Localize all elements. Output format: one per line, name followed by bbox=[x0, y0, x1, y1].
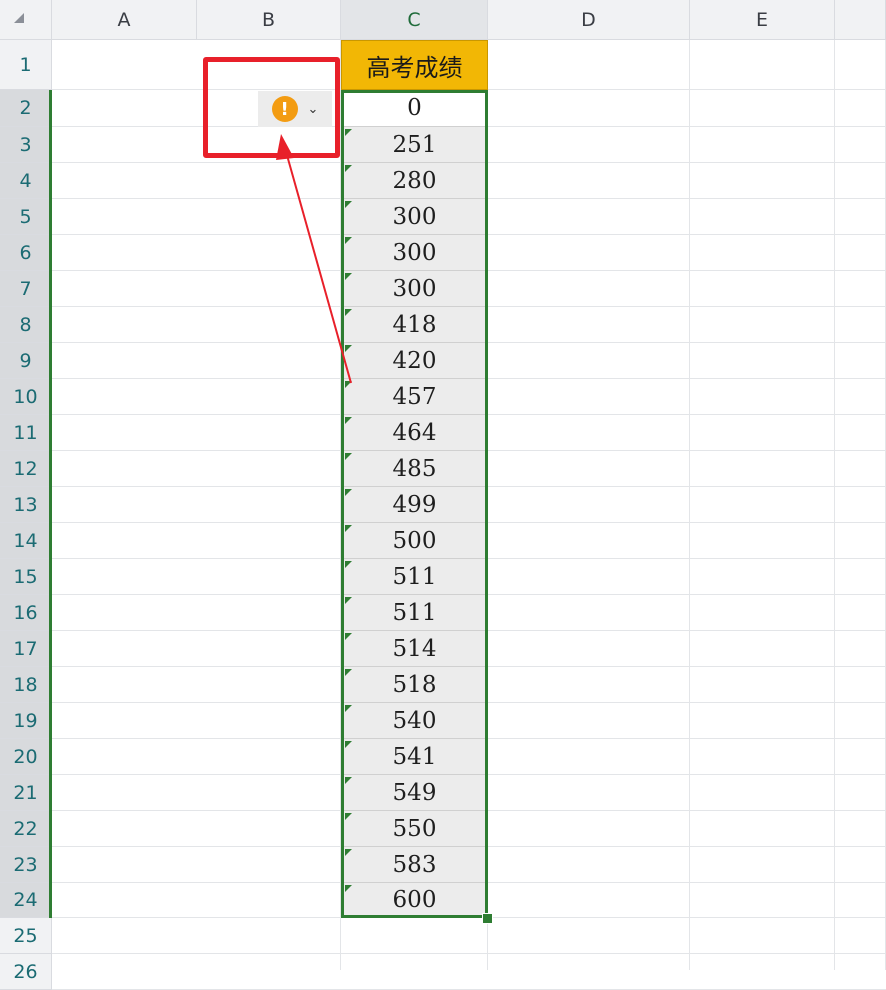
row-header-26[interactable]: 26 bbox=[0, 954, 52, 990]
number-as-text-indicator bbox=[345, 489, 352, 496]
number-as-text-indicator bbox=[345, 201, 352, 208]
score-cell[interactable]: 550 bbox=[343, 811, 486, 847]
score-cell[interactable]: 280 bbox=[343, 163, 486, 199]
number-as-text-indicator bbox=[345, 165, 352, 172]
score-cell[interactable]: 541 bbox=[343, 739, 486, 775]
row-header-18[interactable]: 18 bbox=[0, 667, 52, 703]
number-as-text-indicator bbox=[345, 597, 352, 604]
row-header-11[interactable]: 11 bbox=[0, 415, 52, 451]
score-cell[interactable]: 457 bbox=[343, 379, 486, 415]
number-as-text-indicator bbox=[345, 885, 352, 892]
score-cell[interactable]: 514 bbox=[343, 631, 486, 667]
number-as-text-indicator bbox=[345, 669, 352, 676]
column-header-e[interactable]: E bbox=[690, 0, 835, 40]
score-cell[interactable]: 300 bbox=[343, 199, 486, 235]
row-header-3[interactable]: 3 bbox=[0, 127, 52, 163]
row-header-9[interactable]: 9 bbox=[0, 343, 52, 379]
select-all-icon bbox=[14, 13, 24, 23]
number-as-text-indicator bbox=[345, 453, 352, 460]
row-header-19[interactable]: 19 bbox=[0, 703, 52, 739]
grid-line bbox=[487, 40, 488, 970]
number-as-text-indicator bbox=[345, 309, 352, 316]
number-as-text-indicator bbox=[345, 561, 352, 568]
row-header-13[interactable]: 13 bbox=[0, 487, 52, 523]
score-cell[interactable]: 300 bbox=[343, 271, 486, 307]
row-header-5[interactable]: 5 bbox=[0, 199, 52, 235]
column-header-c[interactable]: C bbox=[341, 0, 488, 40]
row-header-14[interactable]: 14 bbox=[0, 523, 52, 559]
number-as-text-indicator bbox=[345, 129, 352, 136]
score-cell[interactable]: 511 bbox=[343, 559, 486, 595]
row-header-21[interactable]: 21 bbox=[0, 775, 52, 811]
number-as-text-indicator bbox=[345, 381, 352, 388]
row-header-24[interactable]: 24 bbox=[0, 883, 52, 918]
row-header-1[interactable]: 1 bbox=[0, 40, 52, 90]
number-as-text-indicator bbox=[345, 633, 352, 640]
row-header-20[interactable]: 20 bbox=[0, 739, 52, 775]
spreadsheet: A B C D E 1 2 3 4 5 6 7 8 9 10 11 12 13 14 15 16 17 18 19 20 21 22… bbox=[0, 0, 886, 990]
column-header-b[interactable]: B bbox=[197, 0, 341, 40]
column-header-d[interactable]: D bbox=[488, 0, 690, 40]
annotation-highlight-box bbox=[203, 57, 340, 158]
score-cell[interactable]: 300 bbox=[343, 235, 486, 271]
number-as-text-indicator bbox=[345, 813, 352, 820]
select-all-corner[interactable] bbox=[0, 0, 52, 40]
number-as-text-indicator bbox=[345, 237, 352, 244]
number-as-text-indicator bbox=[345, 525, 352, 532]
grid-line bbox=[689, 40, 690, 970]
column-header-f[interactable] bbox=[835, 0, 886, 40]
number-as-text-indicator bbox=[345, 741, 352, 748]
grid-line bbox=[340, 40, 341, 970]
score-cell[interactable]: 499 bbox=[343, 487, 486, 523]
score-cell[interactable]: 583 bbox=[343, 847, 486, 883]
number-as-text-indicator bbox=[345, 345, 352, 352]
row-header-2[interactable]: 2 bbox=[0, 90, 52, 127]
score-cell[interactable]: 518 bbox=[343, 667, 486, 703]
score-cell[interactable]: 418 bbox=[343, 307, 486, 343]
row-selection-indicator bbox=[49, 90, 52, 918]
number-as-text-indicator bbox=[345, 777, 352, 784]
row-header-17[interactable]: 17 bbox=[0, 631, 52, 667]
score-cell[interactable]: 485 bbox=[343, 451, 486, 487]
row-header-4[interactable]: 4 bbox=[0, 163, 52, 199]
number-as-text-indicator bbox=[345, 849, 352, 856]
number-as-text-indicator bbox=[345, 417, 352, 424]
score-cell[interactable]: 464 bbox=[343, 415, 486, 451]
row-header-7[interactable]: 7 bbox=[0, 271, 52, 307]
score-cell[interactable]: 500 bbox=[343, 523, 486, 559]
row-header-23[interactable]: 23 bbox=[0, 847, 52, 883]
score-cell[interactable]: 420 bbox=[343, 343, 486, 379]
column-header-a[interactable]: A bbox=[52, 0, 197, 40]
row-header-12[interactable]: 12 bbox=[0, 451, 52, 487]
row-header-6[interactable]: 6 bbox=[0, 235, 52, 271]
score-cell[interactable]: 600 bbox=[343, 883, 486, 918]
row-header-22[interactable]: 22 bbox=[0, 811, 52, 847]
score-cell[interactable]: 251 bbox=[343, 127, 486, 163]
score-cell[interactable]: 0 bbox=[343, 90, 486, 127]
number-as-text-indicator bbox=[345, 705, 352, 712]
number-as-text-indicator bbox=[345, 273, 352, 280]
grid-line bbox=[834, 40, 835, 970]
grid-line bbox=[52, 953, 886, 954]
score-cell[interactable]: 549 bbox=[343, 775, 486, 811]
row-header-25[interactable]: 25 bbox=[0, 918, 52, 954]
row-header-8[interactable]: 8 bbox=[0, 307, 52, 343]
row-header-16[interactable]: 16 bbox=[0, 595, 52, 631]
row-header-15[interactable]: 15 bbox=[0, 559, 52, 595]
row-header-10[interactable]: 10 bbox=[0, 379, 52, 415]
score-cell[interactable]: 511 bbox=[343, 595, 486, 631]
fill-handle[interactable] bbox=[482, 913, 493, 924]
header-cell-c1[interactable]: 高考成绩 bbox=[341, 40, 488, 90]
score-cell[interactable]: 540 bbox=[343, 703, 486, 739]
